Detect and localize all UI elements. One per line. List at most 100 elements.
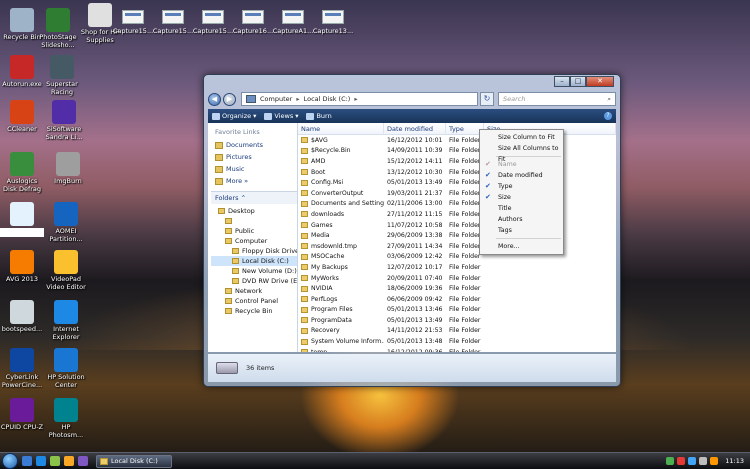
tree-item[interactable]: Desktop bbox=[211, 206, 297, 216]
breadcrumb-local-disk[interactable]: Local Disk (C:) bbox=[304, 95, 351, 103]
capture-file-icon[interactable]: Capture16... bbox=[232, 10, 274, 35]
tray-update-icon[interactable] bbox=[710, 457, 719, 465]
file-row[interactable]: downloads 27/11/2012 11:15 File Folder bbox=[298, 209, 616, 220]
file-row[interactable]: Recovery 14/11/2012 21:53 File Folder bbox=[298, 326, 616, 337]
tree-item[interactable]: Computer bbox=[211, 236, 297, 246]
search-input[interactable]: Search ⌕ bbox=[498, 92, 616, 106]
menu-item[interactable]: Size All Columns to Fit bbox=[480, 143, 563, 163]
capture-file-icon[interactable]: Capture13... bbox=[312, 10, 354, 35]
file-row[interactable]: PerfLogs 06/06/2009 09:42 File Folder bbox=[298, 294, 616, 305]
favorite-link[interactable]: Music bbox=[211, 163, 297, 175]
views-button[interactable]: Views ▾ bbox=[264, 112, 298, 120]
back-button[interactable]: ◀ bbox=[208, 92, 221, 106]
file-row[interactable]: $AVG 16/12/2012 10:01 File Folder bbox=[298, 135, 616, 146]
help-icon[interactable]: ? bbox=[604, 112, 612, 120]
start-button[interactable] bbox=[2, 453, 18, 469]
file-row[interactable]: Program Files 05/01/2013 13:46 File Folder bbox=[298, 305, 616, 316]
desktop-icon[interactable]: CCleaner bbox=[0, 100, 44, 134]
file-row[interactable]: Config.Msi 05/01/2013 13:49 File Folder bbox=[298, 177, 616, 188]
tree-item[interactable]: New Volume (D:) bbox=[211, 266, 297, 276]
desktop-icon[interactable]: Superstar Racing bbox=[40, 55, 84, 96]
desktop-icon[interactable]: bootspeed... bbox=[0, 300, 44, 334]
tree-item[interactable]: Local Disk (C:) bbox=[211, 256, 297, 266]
tree-item[interactable]: Recycle Bin bbox=[211, 306, 297, 316]
taskbar-button-local-disk[interactable]: Local Disk (C:) bbox=[96, 454, 172, 468]
desktop-icon[interactable]: AVG 2013 bbox=[0, 250, 44, 284]
tray-app-icon[interactable] bbox=[666, 457, 675, 465]
show-desktop-icon[interactable] bbox=[22, 456, 32, 466]
folders-header[interactable]: Folders ⌃ bbox=[211, 191, 297, 204]
column-header-name[interactable]: Name bbox=[298, 123, 384, 135]
desktop-icon[interactable]: VideoPad Video Editor bbox=[44, 250, 88, 291]
organize-button[interactable]: Organize ▾ bbox=[212, 112, 256, 120]
desktop-icon[interactable]: HP Photosm... bbox=[44, 398, 88, 439]
desktop-icon[interactable]: PhotoStage Slidesho... bbox=[36, 8, 80, 49]
tree-item[interactable]: Floppy Disk Drive (... bbox=[211, 246, 297, 256]
tray-network-icon[interactable] bbox=[688, 457, 697, 465]
column-header-date[interactable]: Date modified bbox=[384, 123, 446, 135]
file-row[interactable]: temp 16/12/2012 09:36File Folder bbox=[298, 347, 616, 352]
menu-item[interactable]: Title bbox=[480, 203, 563, 214]
folder-icon[interactable] bbox=[64, 456, 74, 466]
desktop-icon[interactable]: HP Solution Center bbox=[44, 348, 88, 389]
file-row[interactable]: MSOCache 03/06/2009 12:42 File Folder bbox=[298, 252, 616, 263]
tree-item[interactable]: Network bbox=[211, 286, 297, 296]
search-icon[interactable]: ⌕ bbox=[607, 95, 611, 104]
file-row[interactable]: MyWorks 20/09/2011 07:40 File Folder bbox=[298, 273, 616, 284]
media-player-icon[interactable] bbox=[50, 456, 60, 466]
minimize-button[interactable]: – bbox=[554, 76, 570, 87]
file-row[interactable]: msdownld.tmp 27/09/2011 14:34 File Folder bbox=[298, 241, 616, 252]
file-row[interactable]: Media 29/06/2009 13:38 File Folder bbox=[298, 230, 616, 241]
desktop-icon[interactable]: Autorun.exe bbox=[0, 55, 44, 89]
desktop-icon[interactable]: AOMEI Partition... bbox=[44, 202, 88, 243]
file-row[interactable]: NVIDIA 18/06/2009 19:36 File Folder bbox=[298, 283, 616, 294]
tree-item[interactable] bbox=[211, 216, 297, 226]
tray-antivirus-icon[interactable] bbox=[677, 457, 686, 465]
capture-file-icon[interactable]: Capture15... bbox=[192, 10, 234, 35]
close-button[interactable]: ✕ bbox=[586, 76, 614, 87]
maximize-button[interactable]: □ bbox=[570, 76, 586, 87]
desktop-icon[interactable]: ImgBurn bbox=[46, 152, 90, 186]
favorite-link[interactable]: Documents bbox=[211, 139, 297, 151]
menu-item[interactable]: ✔ Size bbox=[480, 192, 563, 203]
breadcrumb-computer[interactable]: Computer bbox=[260, 95, 292, 103]
burn-icon bbox=[306, 112, 315, 120]
file-row[interactable]: ProgramData 05/01/2013 13:49 File Folder bbox=[298, 315, 616, 326]
tree-item[interactable]: Public bbox=[211, 226, 297, 236]
desktop-icon[interactable]: Auslogics Disk Defrag bbox=[0, 152, 44, 193]
file-row[interactable]: Games 11/07/2012 10:58 File Folder bbox=[298, 220, 616, 231]
clock[interactable]: 11:13 bbox=[725, 457, 744, 465]
internet-explorer-icon[interactable] bbox=[36, 456, 46, 466]
tree-item[interactable]: Control Panel bbox=[211, 296, 297, 306]
file-row[interactable]: Boot 13/12/2012 10:30 File Folder bbox=[298, 167, 616, 178]
menu-item[interactable]: ✔ Date modified bbox=[480, 170, 563, 181]
forward-button[interactable]: ▶ bbox=[223, 92, 236, 106]
capture-file-icon[interactable]: CaptureA1... bbox=[272, 10, 314, 35]
address-field[interactable]: Computer ▸ Local Disk (C:) ▸ bbox=[241, 92, 478, 106]
refresh-button[interactable]: ↻ bbox=[480, 92, 494, 106]
file-row[interactable]: ConverterOutput 19/03/2011 21:37 File Fold… bbox=[298, 188, 616, 199]
burn-button[interactable]: Burn bbox=[306, 112, 332, 120]
menu-item[interactable]: Authors bbox=[480, 214, 563, 225]
file-row[interactable]: Documents and Settings 02/11/2006 13:00 Fi… bbox=[298, 199, 616, 210]
desktop-icon[interactable]: CyberLink PowerCine... bbox=[0, 348, 44, 389]
desktop-icon[interactable]: Internet Explorer bbox=[44, 300, 88, 341]
switch-windows-icon[interactable] bbox=[78, 456, 88, 466]
tree-item[interactable]: DVD RW Drive (E:) bbox=[211, 276, 297, 286]
desktop-icon[interactable]: CPUID CPU-Z bbox=[0, 398, 44, 432]
file-row[interactable]: System Volume Inform... 05/01/2013 13:48 F… bbox=[298, 336, 616, 347]
desktop-icon[interactable]: SiSoftware Sandra Li... bbox=[42, 100, 86, 141]
capture-file-icon[interactable]: Capture15... bbox=[152, 10, 194, 35]
file-row[interactable]: My Backups 12/07/2012 10:17 File Folder bbox=[298, 262, 616, 273]
menu-item[interactable]: Size Column to Fit bbox=[480, 132, 563, 143]
favorite-link[interactable]: Pictures bbox=[211, 151, 297, 163]
file-row[interactable]: AMD 15/12/2012 14:11 File Folder bbox=[298, 156, 616, 167]
menu-item[interactable]: ✔ Type bbox=[480, 181, 563, 192]
tray-volume-icon[interactable] bbox=[699, 457, 708, 465]
menu-item[interactable]: Tags bbox=[480, 225, 563, 236]
capture-file-icon[interactable]: Capture15... bbox=[112, 10, 154, 35]
favorite-link[interactable]: More » bbox=[211, 175, 297, 187]
menu-item[interactable]: More... bbox=[480, 241, 563, 252]
desktop-icon[interactable] bbox=[0, 202, 44, 228]
file-row[interactable]: $Recycle.Bin 14/09/2011 10:39 File Folder bbox=[298, 146, 616, 157]
